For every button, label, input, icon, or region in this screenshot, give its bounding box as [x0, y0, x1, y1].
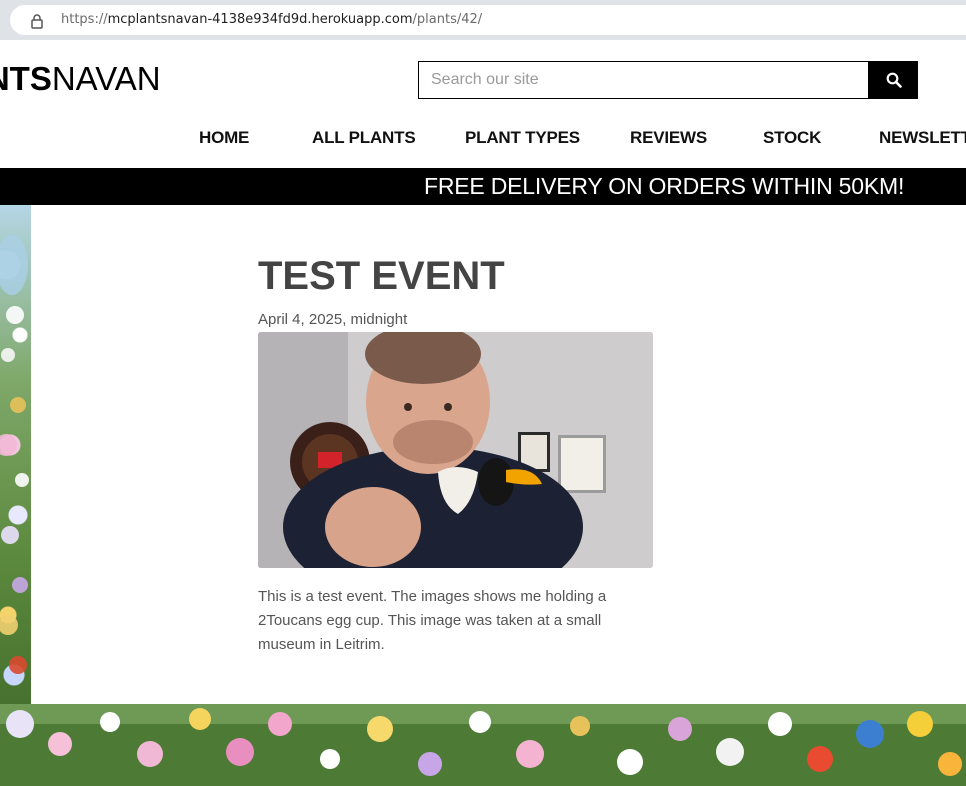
main-nav: HOME ALL PLANTS PLANT TYPES REVIEWS STOC… — [0, 128, 966, 154]
floral-footer-strip — [0, 704, 966, 786]
lock-icon — [31, 14, 43, 29]
nav-plant-types[interactable]: PLANT TYPES — [465, 128, 580, 148]
event-title: TEST EVENT — [258, 254, 505, 298]
event-date: April 4, 2025, midnight — [258, 311, 408, 328]
logo-rest-part: NAVAN — [51, 60, 161, 97]
site-header: ANTSNAVAN HOME ALL PLANTS PLANT TYPES RE… — [0, 40, 966, 168]
delivery-banner-text: FREE DELIVERY ON ORDERS WITHIN 50KM! — [424, 173, 905, 199]
site-logo[interactable]: ANTSNAVAN — [0, 60, 161, 98]
url-path: /plants/42/ — [412, 12, 483, 27]
search-icon — [886, 72, 902, 88]
search-button[interactable] — [869, 61, 918, 99]
event-photo — [258, 332, 653, 568]
logo-bold-part: ANTS — [0, 60, 52, 97]
event-photo-art — [258, 332, 653, 568]
search-input[interactable] — [418, 61, 869, 99]
url-scheme: https:// — [61, 12, 108, 27]
browser-address-bar: https://mcplantsnavan-4138e934fd9d.herok… — [0, 0, 966, 40]
nav-home[interactable]: HOME — [199, 128, 249, 148]
nav-stock[interactable]: STOCK — [763, 128, 821, 148]
url-host: mcplantsnavan-4138e934fd9d.herokuapp.com — [107, 12, 413, 27]
event-description: This is a test event. The images shows m… — [258, 588, 607, 653]
nav-all-plants[interactable]: ALL PLANTS — [312, 128, 416, 148]
url-field[interactable]: https://mcplantsnavan-4138e934fd9d.herok… — [10, 5, 966, 35]
search-form — [418, 61, 918, 99]
delivery-banner: FREE DELIVERY ON ORDERS WITHIN 50KM! — [0, 168, 966, 205]
flower-strip-art — [0, 704, 966, 786]
nav-reviews[interactable]: REVIEWS — [630, 128, 707, 148]
url-text[interactable]: https://mcplantsnavan-4138e934fd9d.herok… — [61, 12, 482, 27]
nav-newsletter[interactable]: NEWSLETTE — [879, 128, 966, 148]
